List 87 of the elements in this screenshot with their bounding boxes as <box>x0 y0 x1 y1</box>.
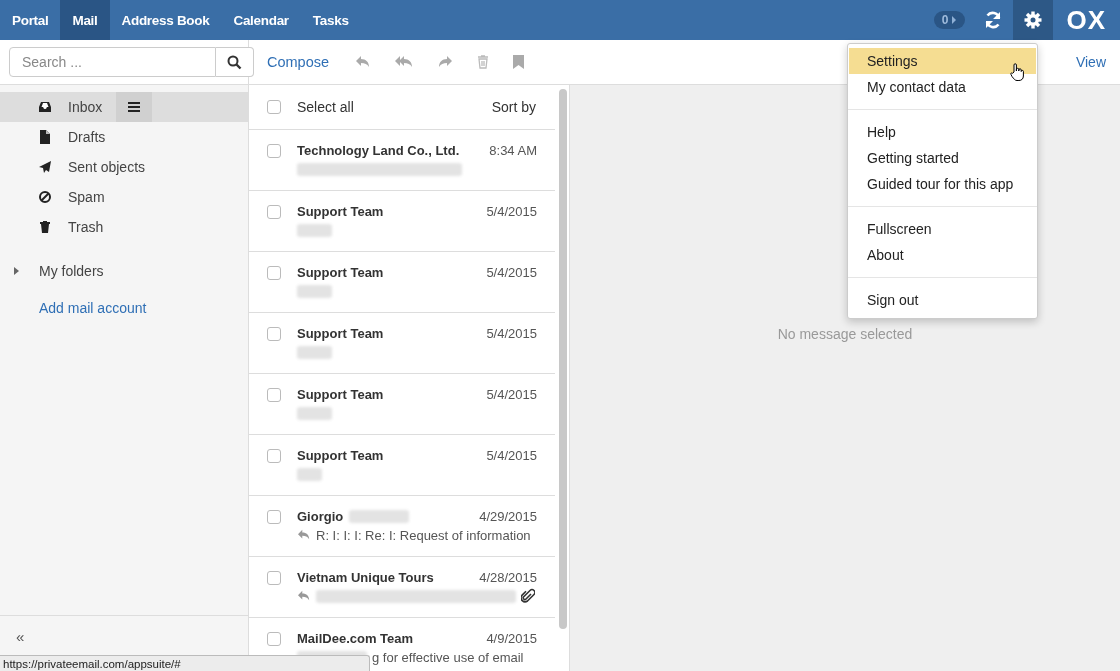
sender-name: Support Team <box>297 326 384 341</box>
folder-item[interactable]: Sent objects <box>0 152 248 182</box>
menu-item[interactable]: Fullscreen <box>848 216 1037 242</box>
message-checkbox[interactable] <box>267 266 281 280</box>
notification-badge[interactable]: 0 <box>933 11 966 29</box>
folder-item[interactable]: Drafts <box>0 122 248 152</box>
message-date: 5/4/2015 <box>486 204 537 219</box>
message-date: 5/4/2015 <box>486 326 537 341</box>
sender-name: Support Team <box>297 265 384 280</box>
search-field[interactable]: Search ... <box>9 47 216 77</box>
message-checkbox[interactable] <box>267 388 281 402</box>
inbox-icon <box>38 100 52 114</box>
trash-icon <box>38 220 52 234</box>
message-item[interactable]: Support Team 5/4/2015 <box>249 374 555 435</box>
ban-icon <box>38 190 52 204</box>
sender-name: Support Team <box>297 204 384 219</box>
sort-button[interactable]: Sort by <box>491 99 536 115</box>
sender-name: Giorgio <box>297 509 344 524</box>
app-tab[interactable]: Mail <box>60 0 110 40</box>
message-item[interactable]: Vietnam Unique Tours 4/28/2015 <box>249 557 555 618</box>
menu-item[interactable]: About <box>848 242 1037 268</box>
search-button[interactable] <box>216 47 254 77</box>
menu-item[interactable]: Sign out <box>848 287 1037 313</box>
reply-icon[interactable] <box>355 55 372 69</box>
app-tab[interactable]: Calendar <box>221 0 301 40</box>
hand-cursor-icon <box>1010 63 1024 81</box>
empty-state-text: No message selected <box>777 326 913 342</box>
bookmark-icon[interactable] <box>513 55 525 69</box>
message-item[interactable]: Technology Land Co., Ltd. 8:34 AM <box>249 130 555 191</box>
folder-menu-button[interactable] <box>116 92 153 122</box>
menu-item[interactable]: Getting started <box>848 145 1037 171</box>
message-checkbox[interactable] <box>267 327 281 341</box>
menu-icon <box>128 102 141 112</box>
message-date: 8:34 AM <box>489 143 537 158</box>
folder-group-toggle[interactable]: My folders <box>0 256 248 286</box>
sender-name: Vietnam Unique Tours <box>297 570 434 585</box>
message-date: 4/29/2015 <box>479 509 537 524</box>
trash-icon[interactable] <box>477 55 490 69</box>
message-subject: g for effective use of email <box>372 649 524 665</box>
scrollbar[interactable] <box>559 89 567 629</box>
folder-item[interactable]: Trash <box>0 212 248 242</box>
message-date: 5/4/2015 <box>486 265 537 280</box>
message-checkbox[interactable] <box>267 205 281 219</box>
paper-plane-icon <box>38 160 52 174</box>
folder-item[interactable]: Inbox <box>0 92 248 122</box>
logo: OX <box>1065 4 1107 36</box>
message-item[interactable]: Support Team 5/4/2015 <box>249 313 555 374</box>
message-checkbox[interactable] <box>267 449 281 463</box>
menu-item[interactable]: Guided tour for this app <box>848 171 1037 197</box>
compose-button[interactable]: Compose <box>267 54 330 70</box>
settings-button[interactable] <box>1013 0 1054 40</box>
menu-item[interactable]: Help <box>848 119 1037 145</box>
app-tab[interactable]: Portal <box>0 0 61 40</box>
message-item[interactable]: Support Team 5/4/2015 <box>249 435 555 496</box>
message-checkbox[interactable] <box>267 510 281 524</box>
message-item[interactable]: Support Team 5/4/2015 <box>249 252 555 313</box>
app-tab[interactable]: Address Book <box>109 0 222 40</box>
reply-all-icon[interactable] <box>395 55 414 69</box>
sender-name: Technology Land Co., Ltd. <box>297 143 460 158</box>
message-date: 4/9/2015 <box>486 631 537 646</box>
view-button[interactable]: View <box>1075 54 1106 70</box>
caret-icon <box>12 267 20 275</box>
status-url: https://privateemail.com/appsuite/# <box>0 655 370 671</box>
collapse-button[interactable]: « <box>16 628 25 645</box>
message-checkbox[interactable] <box>267 632 281 646</box>
message-date: 5/4/2015 <box>486 387 537 402</box>
menu-item[interactable]: My contact data <box>848 74 1037 100</box>
folder-item[interactable]: Spam <box>0 182 248 212</box>
message-checkbox[interactable] <box>267 144 281 158</box>
message-checkbox[interactable] <box>267 571 281 585</box>
message-date: 5/4/2015 <box>486 448 537 463</box>
message-subject: R: I: I: I: Re: I: Request of information <box>316 527 531 543</box>
sender-name: Support Team <box>297 448 384 463</box>
message-date: 4/28/2015 <box>479 570 537 585</box>
sender-name: Support Team <box>297 387 384 402</box>
select-all-label[interactable]: Select all <box>297 99 354 115</box>
add-account-link[interactable]: Add mail account <box>39 300 248 316</box>
gear-icon <box>1023 10 1044 30</box>
select-all-checkbox[interactable] <box>267 100 281 114</box>
search-icon <box>227 54 242 70</box>
message-item[interactable]: Support Team 5/4/2015 <box>249 191 555 252</box>
menu-item[interactable]: Settings <box>849 48 1036 74</box>
app-tab[interactable]: Tasks <box>300 0 361 40</box>
document-icon <box>38 130 52 144</box>
forward-icon[interactable] <box>437 55 454 69</box>
message-item[interactable]: Giorgio 4/29/2015 R: I: I: I: Re: I: Request of information <box>249 496 555 557</box>
sender-name: MailDee.com Team <box>297 631 414 646</box>
